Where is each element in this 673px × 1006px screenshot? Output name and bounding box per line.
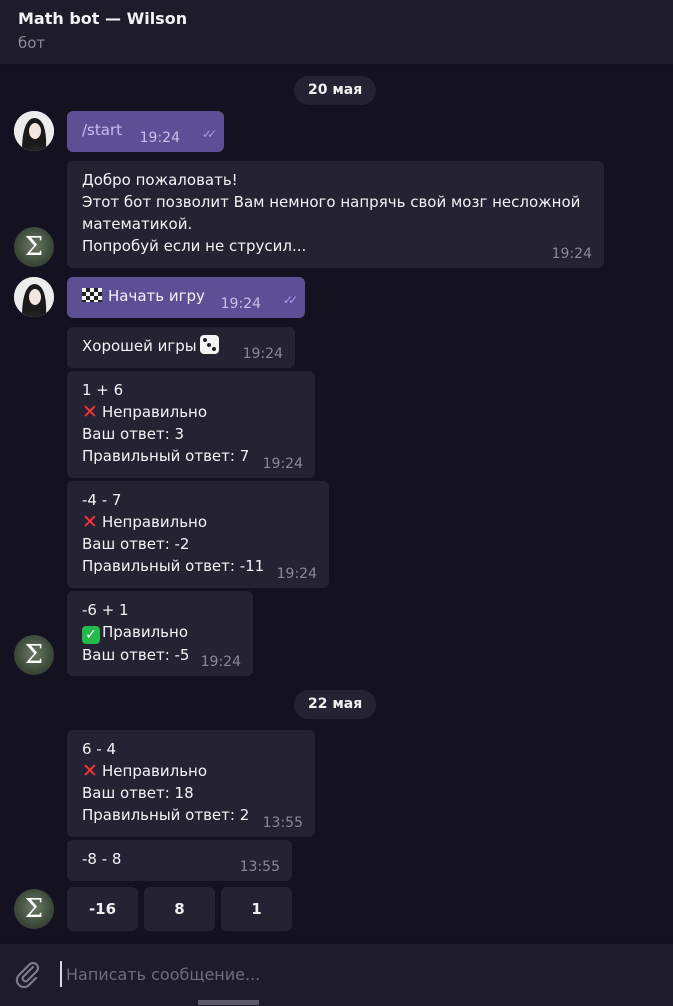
bot-avatar[interactable]: Σ (14, 889, 54, 929)
message-text: Ваш ответ: 18 (82, 784, 194, 802)
message-composer (0, 943, 673, 1006)
message-bubble[interactable]: Хорошей игры 19:24 (67, 327, 295, 368)
message-text: Ваш ответ: 3 (82, 425, 185, 443)
message-bubble[interactable]: 1 + 6 ✕ Неправильно Ваш ответ: 3 Правильн… (67, 371, 315, 478)
sigma-icon: Σ (24, 232, 44, 262)
message-text: -6 + 1 (82, 601, 129, 619)
dice-icon (199, 335, 219, 354)
scrollbar[interactable] (198, 1000, 259, 1005)
message-text: Начать игру (108, 287, 205, 305)
message-text: Неправильно (102, 403, 208, 421)
chat-title: Math bot — Wilson (18, 9, 188, 28)
message-text: Добро пожаловать! (82, 171, 238, 189)
chat-header[interactable]: Math bot — Wilson бот (0, 0, 673, 65)
cross-mark-icon: ✕ (82, 760, 98, 782)
answer-button[interactable]: 8 (144, 887, 215, 931)
date-separator: 22 мая (294, 690, 377, 719)
answer-button[interactable]: -16 (67, 887, 138, 931)
sigma-icon: Σ (24, 640, 44, 670)
paperclip-icon[interactable] (12, 958, 42, 989)
message-text: 1 + 6 (82, 381, 124, 399)
message-bubble[interactable]: -6 + 1 ✓ Правильно Ваш ответ: -5 19:24 (67, 591, 253, 676)
bot-avatar[interactable]: Σ (14, 227, 54, 267)
double-check-icon: ✓✓ (282, 293, 298, 307)
message-text: 6 - 4 (82, 740, 117, 758)
cross-mark-icon: ✕ (82, 511, 98, 533)
bot-avatar[interactable]: Σ (14, 635, 54, 675)
message-time: 13:55 (239, 859, 280, 875)
chequered-flag-icon (82, 288, 102, 302)
message-time: 19:24 (276, 566, 317, 582)
message-bubble[interactable]: /start 19:24 ✓✓ (67, 111, 224, 152)
check-mark-icon: ✓ (82, 626, 100, 644)
message-time: 19:24 (200, 654, 241, 670)
date-separator: 20 мая (294, 76, 377, 105)
message-bubble[interactable]: Начать игру 19:24 ✓✓ (67, 277, 305, 318)
message-text: Хорошей игры (82, 337, 197, 355)
double-check-icon: ✓✓ (201, 127, 217, 141)
message-text: Попробуй если не струсил... (82, 237, 307, 255)
message-text: -4 - 7 (82, 491, 122, 509)
message-time: 19:24 (262, 456, 303, 472)
message-text: Неправильно (102, 762, 208, 780)
message-text: Этот бот позволит Вам немного напрячь св… (82, 193, 581, 211)
sigma-icon: Σ (24, 894, 44, 924)
cross-mark-icon: ✕ (82, 401, 98, 423)
message-text: Неправильно (102, 513, 208, 531)
message-bubble[interactable]: 6 - 4 ✕ Неправильно Ваш ответ: 18 Правиль… (67, 730, 315, 837)
message-text: Правильно (102, 623, 188, 641)
chat-subtitle: бот (18, 34, 46, 52)
message-time: 19:24 (139, 130, 180, 146)
message-time: 19:24 (242, 346, 283, 362)
message-time: 19:24 (220, 296, 261, 312)
answer-button[interactable]: 1 (221, 887, 292, 931)
message-bubble[interactable]: -4 - 7 ✕ Неправильно Ваш ответ: -2 Правил… (67, 481, 329, 588)
message-time: 19:24 (551, 246, 592, 262)
message-input[interactable] (60, 961, 628, 987)
message-text: Ваш ответ: -2 (82, 535, 190, 553)
user-avatar[interactable] (14, 111, 54, 151)
message-bubble[interactable]: -8 - 8 13:55 (67, 840, 292, 881)
message-time: 13:55 (262, 815, 303, 831)
user-avatar[interactable] (14, 277, 54, 317)
message-bubble[interactable]: Добро пожаловать! Этот бот позволит Вам … (67, 161, 604, 268)
message-text: математикой. (82, 215, 193, 233)
